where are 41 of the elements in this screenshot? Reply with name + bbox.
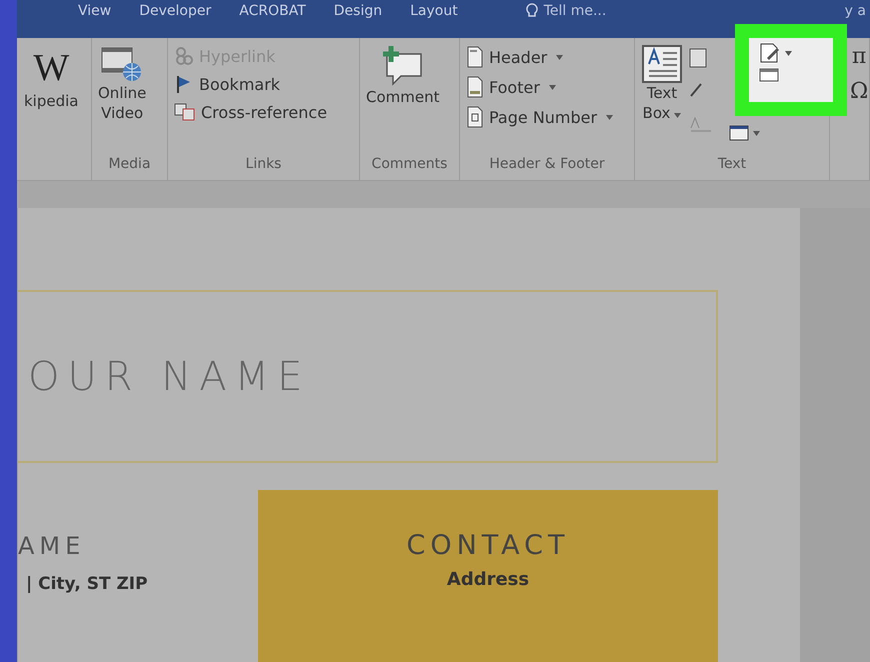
calendar-icon[interactable]: [759, 68, 779, 82]
comment-add-icon: [380, 44, 425, 88]
contact-heading: CONTACT: [406, 530, 570, 561]
account-name: y a: [844, 3, 867, 19]
group-label: Text: [718, 156, 746, 172]
caret-icon: [785, 50, 792, 56]
page-icon: [466, 106, 484, 128]
ribbon-button[interactable]: Page Number: [466, 104, 614, 130]
contact-address: Address: [446, 569, 530, 590]
ribbon-button[interactable]: Comment: [366, 44, 440, 156]
name-subheading: AME: [18, 532, 86, 560]
lightbulb-icon: [526, 3, 538, 19]
ribbon-tab[interactable]: ACROBAT: [239, 3, 334, 19]
ribbon-button[interactable]: Footer: [466, 74, 614, 100]
page-icon: [466, 46, 484, 68]
caret-icon: [753, 130, 760, 136]
chain-link-icon: [174, 46, 194, 66]
ribbon-tab[interactable]: Layout: [410, 3, 486, 19]
page-icon: [466, 76, 484, 98]
group-label: Comments: [372, 156, 448, 172]
group-label: Header & Footer: [489, 156, 605, 172]
text-box-icon: [641, 44, 683, 84]
ribbon-button[interactable]: Text Box: [641, 44, 683, 156]
object-icon[interactable]: [729, 125, 749, 141]
ribbon-tab[interactable]: Developer: [139, 3, 240, 19]
ribbon-button[interactable]: Header: [466, 44, 614, 70]
ribbon-tab[interactable]: View: [78, 3, 140, 19]
symbol-button[interactable]: Ω: [850, 79, 868, 110]
group-label: Media: [108, 156, 151, 172]
cross-reference-icon: [174, 102, 196, 122]
ribbon-button[interactable]: Bookmark: [174, 72, 328, 96]
symbol-button[interactable]: π: [850, 44, 868, 75]
tell-me-field[interactable]: Tell me...: [544, 3, 606, 19]
ribbon-tab[interactable]: Design: [334, 3, 410, 19]
ribbon-button[interactable]: Online Video: [98, 44, 146, 156]
ribbon-button[interactable]: Cross-reference: [174, 100, 328, 124]
ribbon-button[interactable]: W kipedia: [24, 44, 78, 156]
signature-line-icon[interactable]: [759, 42, 781, 64]
address-line: | City, ST ZIP: [26, 574, 149, 594]
name-heading: OUR NAME: [28, 354, 310, 400]
group-label: Links: [246, 156, 282, 172]
